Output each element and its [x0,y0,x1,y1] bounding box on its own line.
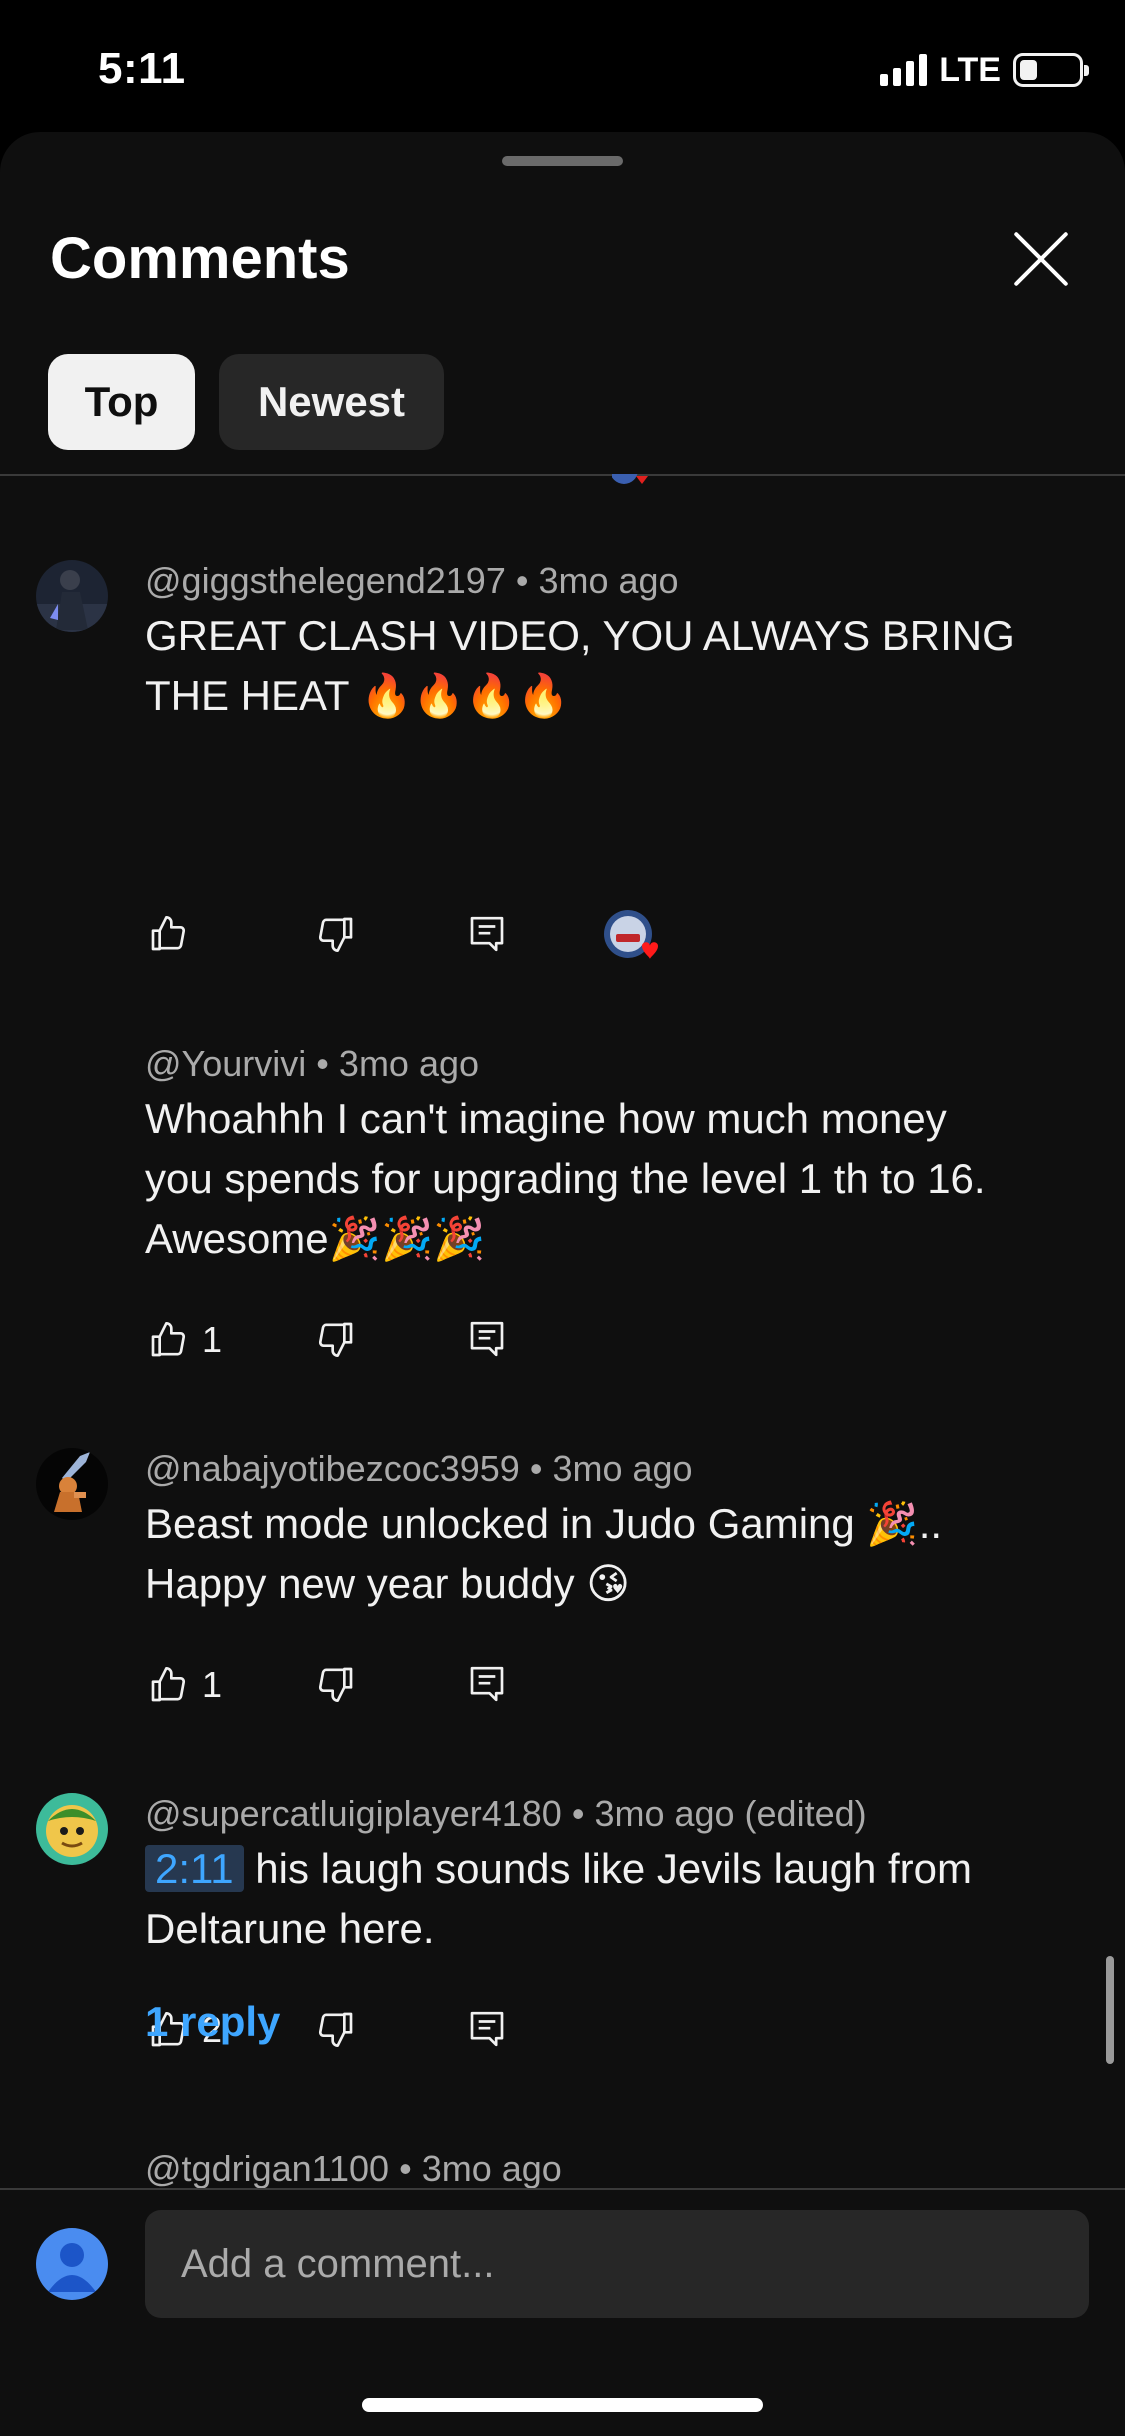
view-replies-link[interactable]: 1 reply [145,1998,280,2046]
comment-time: 3mo ago [552,1448,693,1489]
comment-text-line: Deltarune here. [145,1905,435,1952]
status-time: 5:11 [98,44,186,93]
scrollbar[interactable] [1106,1956,1114,2064]
dislike-button[interactable] [316,2009,356,2049]
thumbs-up-icon [151,916,186,951]
dislike-button[interactable] [316,1664,356,1704]
avatar[interactable] [36,1448,108,1520]
like-count: 1 [202,1319,223,1360]
tab-top[interactable]: Top [48,354,195,450]
network-type: LTE [939,50,1001,89]
comment-text-line: Happy new year buddy 😘 [145,1560,631,1607]
avatar[interactable] [36,1793,108,1865]
header-divider [0,474,1125,476]
thumbs-down-icon [318,1322,353,1357]
meta-separator: • [571,1793,585,1834]
comment-meta: @nabajyotibezcoc3959 • 3mo ago [145,1448,693,1490]
comment-time: 3mo ago (edited) [594,1793,867,1834]
creator-heart-icon [604,910,658,959]
home-indicator[interactable] [362,2398,763,2412]
thumbs-down-icon [318,1667,353,1702]
hearted-badge-partial-icon [612,474,648,484]
thumbs-up-icon [151,1667,186,1702]
meta-separator: • [316,1043,329,1084]
dislike-button[interactable] [316,914,356,954]
thumbs-up-icon [151,1322,186,1357]
comment-text-line: Beast mode unlocked in Judo Gaming 🎉.. [145,1500,943,1547]
add-comment-input[interactable] [145,2210,1089,2318]
close-icon[interactable] [1010,228,1072,290]
comment-author[interactable]: @tgdrigan1100 [145,2148,389,2189]
comment-text: GREAT CLASH VIDEO, YOU ALWAYS BRING THE … [145,606,1045,726]
meta-separator: • [399,2148,412,2189]
comment-meta: @supercatluigiplayer4180 • 3mo ago (edit… [145,1793,867,1835]
like-button[interactable]: 1 [148,1319,222,1361]
comment-meta: @giggsthelegend2197 • 3mo ago [145,560,679,602]
tab-newest[interactable]: Newest [219,354,444,450]
comment-time: 3mo ago [338,1043,480,1084]
comment-time: 3mo ago [538,560,679,601]
comment-text-line: Whoahhh I can't imagine how much money [145,1095,947,1142]
reply-button[interactable] [467,2009,507,2049]
reply-icon [470,2011,504,2047]
comment-text-line: 2:11 his laugh sounds like Jevils laugh … [145,1839,1045,1899]
comment-author[interactable]: @nabajyotibezcoc3959 [145,1448,520,1489]
reply-button[interactable] [467,914,507,954]
battery-icon [1013,53,1089,87]
comment-text-line: Awesome🎉🎉🎉 [145,1215,486,1262]
like-button[interactable] [148,914,202,954]
comment-text: 2:11 his laugh sounds like Jevils laugh … [145,1839,1045,1959]
user-avatar[interactable] [36,2228,108,2300]
avatar[interactable] [36,560,108,632]
comments-sheet: Comments Top Newest @giggsthelegend2197 … [0,132,1125,2436]
comment-text: Whoahhh I can't imagine how much money y… [145,1089,1045,1269]
comment-composer [0,2188,1125,2436]
comment-time: 3mo ago [421,2148,562,2189]
comment-author[interactable]: @giggsthelegend2197 [145,560,506,601]
reply-button[interactable] [467,1664,507,1704]
comment-text-line: THE HEAT 🔥🔥🔥🔥 [145,672,570,719]
comment-author[interactable]: @Yourvivi [145,1043,306,1084]
thumbs-down-icon [318,2012,353,2047]
meta-separator: • [515,560,529,601]
reply-icon [470,1321,504,1357]
signal-icon [880,54,928,86]
sheet-grabber[interactable] [502,156,623,166]
status-bar: 5:11 LTE [0,0,1125,132]
sheet-title: Comments [50,226,350,291]
battery-level [1020,60,1037,80]
thumbs-down-icon [318,917,353,952]
comment-meta: @tgdrigan1100 • 3mo ago [145,2148,562,2190]
like-count: 1 [202,1664,223,1705]
person-icon [48,2243,96,2292]
comment-text: Beast mode unlocked in Judo Gaming 🎉.. H… [145,1494,1045,1614]
status-icons: LTE [880,50,1089,90]
reply-icon [470,1666,504,1702]
dislike-button[interactable] [316,1319,356,1359]
reply-icon [470,916,504,952]
reply-button[interactable] [467,1319,507,1359]
comment-text-line: GREAT CLASH VIDEO, YOU ALWAYS BRING [145,612,1015,659]
comment-text-line: you spends for upgrading the level 1 th … [145,1155,986,1202]
comment-author[interactable]: @supercatluigiplayer4180 [145,1793,562,1834]
like-button[interactable]: 1 [148,1664,222,1706]
meta-separator: • [529,1448,543,1489]
timestamp-link[interactable]: 2:11 [145,1845,244,1892]
comment-meta: @Yourvivi • 3mo ago [145,1043,479,1085]
comment-text-segment: his laugh sounds like Jevils laugh from [243,1845,973,1892]
